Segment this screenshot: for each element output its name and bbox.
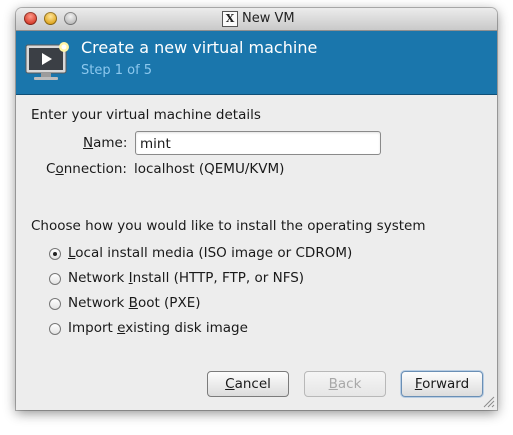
name-label: Name: (83, 135, 128, 151)
minimize-window-button[interactable] (44, 12, 57, 25)
close-window-button[interactable] (24, 12, 37, 25)
step-indicator: Step 1 of 5 (81, 63, 153, 78)
new-vm-window: X New VM Create a new virtual machine St… (16, 8, 497, 410)
details-heading: Enter your virtual machine details (31, 107, 261, 123)
back-button[interactable]: Back (304, 371, 386, 397)
title-bar[interactable]: X New VM (16, 8, 497, 31)
name-field[interactable]: mint (135, 131, 381, 155)
install-method-heading: Choose how you would like to install the… (31, 218, 426, 234)
connection-value: localhost (QEMU/KVM) (134, 161, 285, 177)
connection-label: Connection: (46, 161, 127, 177)
cancel-button[interactable]: Cancel (207, 371, 289, 397)
forward-button[interactable]: Forward (401, 371, 483, 397)
radio-label[interactable]: Import existing disk image (68, 320, 248, 336)
monitor-play-icon (25, 42, 69, 80)
wizard-banner: Create a new virtual machine Step 1 of 5 (16, 31, 497, 95)
radio-label[interactable]: Local install media (ISO image or CDROM) (68, 245, 352, 261)
radio-button[interactable] (49, 273, 61, 285)
x11-app-icon: X (222, 11, 238, 27)
radio-button[interactable] (49, 248, 61, 260)
radio-label[interactable]: Network Boot (PXE) (68, 295, 201, 311)
window-title: New VM (242, 11, 295, 26)
banner-title: Create a new virtual machine (81, 38, 318, 57)
resize-grip-icon[interactable] (483, 396, 495, 408)
maximize-window-button[interactable] (64, 12, 77, 25)
radio-button[interactable] (49, 298, 61, 310)
radio-button[interactable] (49, 323, 61, 335)
radio-label[interactable]: Network Install (HTTP, FTP, or NFS) (68, 270, 304, 286)
